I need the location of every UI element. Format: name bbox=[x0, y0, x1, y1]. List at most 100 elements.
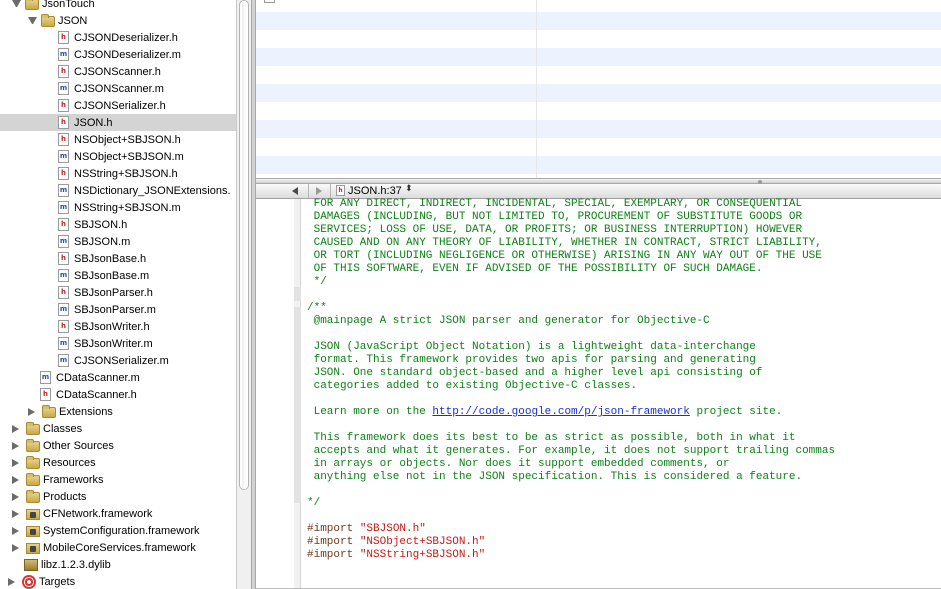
line-gutter[interactable] bbox=[256, 199, 294, 589]
header-file-icon: h bbox=[58, 116, 69, 129]
tree-row[interactable]: MobileCoreServices.framework bbox=[0, 539, 236, 556]
detail-row[interactable] bbox=[256, 102, 941, 120]
popup-arrows-icon[interactable]: ⬍ bbox=[405, 184, 413, 194]
comment-text: JSON (JavaScript Object Notation) is a l… bbox=[313, 341, 756, 353]
file-popup-label[interactable]: JSON.h:37 bbox=[348, 185, 402, 197]
disclosure-closed-icon[interactable] bbox=[12, 492, 21, 501]
code-editor[interactable]: FOR ANY DIRECT, INDIRECT, INCIDENTAL, SP… bbox=[307, 197, 937, 589]
tree-row[interactable]: h CJSONDeserializer.h bbox=[0, 29, 236, 46]
code-line: FOR ANY DIRECT, INDIRECT, INCIDENTAL, SP… bbox=[314, 198, 802, 211]
tree-row[interactable]: m CJSONDeserializer.m bbox=[0, 46, 236, 63]
code-folding-ribbon[interactable] bbox=[294, 199, 301, 589]
detail-row[interactable] bbox=[256, 120, 941, 138]
tree-row[interactable]: m SBJSON.m bbox=[0, 233, 236, 250]
tree-row[interactable]: libz.1.2.3.dylib bbox=[0, 556, 236, 573]
source-file-icon: m bbox=[58, 269, 69, 282]
tree-row[interactable]: m CJSONScanner.m bbox=[0, 80, 236, 97]
disclosure-closed-icon[interactable] bbox=[12, 509, 21, 518]
tree-row[interactable]: m SBJsonParser.m bbox=[0, 301, 236, 318]
tree-row[interactable]: h SBJsonParser.h bbox=[0, 284, 236, 301]
comment-text: in arrays or objects. Nor does it suppor… bbox=[313, 458, 730, 470]
disclosure-closed-icon[interactable] bbox=[28, 407, 37, 416]
disclosure-open-icon[interactable] bbox=[12, 0, 21, 7]
tree-row-label: SBJsonWriter.h bbox=[74, 320, 150, 333]
code-line: */ bbox=[314, 276, 327, 289]
tree-row[interactable]: Extensions bbox=[0, 403, 236, 420]
disclosure-closed-icon[interactable] bbox=[12, 543, 21, 552]
fold-marker[interactable] bbox=[294, 307, 301, 503]
tree-row[interactable]: Classes bbox=[0, 420, 236, 437]
tree-row[interactable]: h SBJsonWriter.h bbox=[0, 318, 236, 335]
tree-row[interactable]: h CJSONSerializer.h bbox=[0, 97, 236, 114]
detail-row[interactable]: h JSON.h bbox=[256, 0, 941, 12]
comment-text: FOR ANY DIRECT, INDIRECT, INCIDENTAL, SP… bbox=[313, 198, 803, 210]
tree-scrollbar[interactable] bbox=[236, 0, 251, 589]
detail-row[interactable] bbox=[256, 30, 941, 48]
tree-row-label: Resources bbox=[43, 456, 96, 469]
tree-row-label: Targets bbox=[39, 575, 76, 588]
tree-row-label: SBJsonParser.h bbox=[74, 286, 153, 299]
tree-row[interactable]: Targets bbox=[0, 573, 236, 589]
tree-row-label: SystemConfiguration.framework bbox=[43, 524, 200, 537]
disclosure-closed-icon[interactable] bbox=[12, 526, 21, 535]
back-arrow-icon[interactable] bbox=[292, 187, 298, 195]
tree-row[interactable]: h SBJsonBase.h bbox=[0, 250, 236, 267]
tree-scroll-thumb[interactable] bbox=[239, 0, 249, 490]
tree-row[interactable]: m CDataScanner.m bbox=[0, 369, 236, 386]
detail-row[interactable] bbox=[256, 138, 941, 156]
tree-row[interactable]: m SBJsonWriter.m bbox=[0, 335, 236, 352]
tree-row-label: CJSONScanner.m bbox=[74, 82, 164, 95]
tree-row[interactable]: h NSString+SBJSON.h bbox=[0, 165, 236, 182]
tree-row-label: NSString+SBJSON.m bbox=[74, 201, 181, 214]
tree-row-label: NSDictionary_JSONExtensions. bbox=[74, 184, 231, 197]
tree-row[interactable]: h NSObject+SBJSON.h bbox=[0, 131, 236, 148]
tree-row[interactable]: SystemConfiguration.framework bbox=[0, 522, 236, 539]
detail-row[interactable] bbox=[256, 12, 941, 30]
disclosure-closed-icon[interactable] bbox=[8, 577, 17, 586]
url-link[interactable]: http://code.google.com/p/json-framework bbox=[432, 406, 689, 418]
tree-row[interactable]: JsonTouch bbox=[0, 0, 236, 12]
disclosure-closed-icon[interactable] bbox=[12, 458, 21, 467]
detail-row[interactable] bbox=[256, 66, 941, 84]
comment-text: CAUSED AND ON ANY THEORY OF LIABILITY, W… bbox=[313, 237, 822, 249]
code-line: SERVICES; LOSS OF USE, DATA, OR PROFITS;… bbox=[314, 224, 802, 237]
tree-row[interactable]: m NSDictionary_JSONExtensions. bbox=[0, 182, 236, 199]
tree-row[interactable]: Resources bbox=[0, 454, 236, 471]
tree-row[interactable]: m CJSONSerializer.m bbox=[0, 352, 236, 369]
disclosure-closed-icon[interactable] bbox=[12, 475, 21, 484]
tree-row[interactable]: Frameworks bbox=[0, 471, 236, 488]
tree-row[interactable]: m SBJsonBase.m bbox=[0, 267, 236, 284]
source-file-icon: m bbox=[40, 371, 51, 384]
disclosure-open-icon[interactable] bbox=[28, 17, 37, 24]
header-file-icon: h bbox=[336, 185, 345, 196]
detail-file-list[interactable]: h JSON.h bbox=[256, 0, 941, 180]
detail-row[interactable] bbox=[256, 84, 941, 102]
tree-row[interactable]: h SBJSON.h bbox=[0, 216, 236, 233]
tree-row[interactable]: Products bbox=[0, 488, 236, 505]
fold-marker[interactable] bbox=[294, 287, 301, 301]
project-tree[interactable]: JsonTouch JSON h CJSONDeserializer.h m CJSOND… bbox=[0, 0, 236, 589]
tree-row[interactable]: h CJSONScanner.h bbox=[0, 63, 236, 80]
comment-text: /** bbox=[307, 302, 327, 314]
tree-row-label: SBJsonBase.h bbox=[74, 252, 147, 265]
tree-row[interactable]: m NSString+SBJSON.m bbox=[0, 199, 236, 216]
code-line: JSON (JavaScript Object Notation) is a l… bbox=[314, 341, 756, 354]
tree-row[interactable]: h CDataScanner.h bbox=[0, 386, 236, 403]
disclosure-closed-icon[interactable] bbox=[12, 441, 21, 450]
code-line: #import "NSObject+SBJSON.h" bbox=[307, 536, 485, 549]
tree-row[interactable]: h JSON.h bbox=[0, 114, 236, 131]
disclosure-closed-icon[interactable] bbox=[12, 424, 21, 433]
tree-row[interactable]: Other Sources bbox=[0, 437, 236, 454]
detail-row[interactable] bbox=[256, 156, 941, 174]
framework-icon bbox=[26, 526, 40, 537]
detail-row[interactable] bbox=[256, 48, 941, 66]
tree-row-label: JSON.h bbox=[74, 116, 113, 129]
tree-row[interactable]: m NSObject+SBJSON.m bbox=[0, 148, 236, 165]
tree-row-label: Classes bbox=[43, 422, 83, 435]
forward-arrow-icon[interactable] bbox=[316, 187, 322, 195]
tree-row[interactable]: CFNetwork.framework bbox=[0, 505, 236, 522]
tree-row[interactable]: JSON bbox=[0, 12, 236, 29]
